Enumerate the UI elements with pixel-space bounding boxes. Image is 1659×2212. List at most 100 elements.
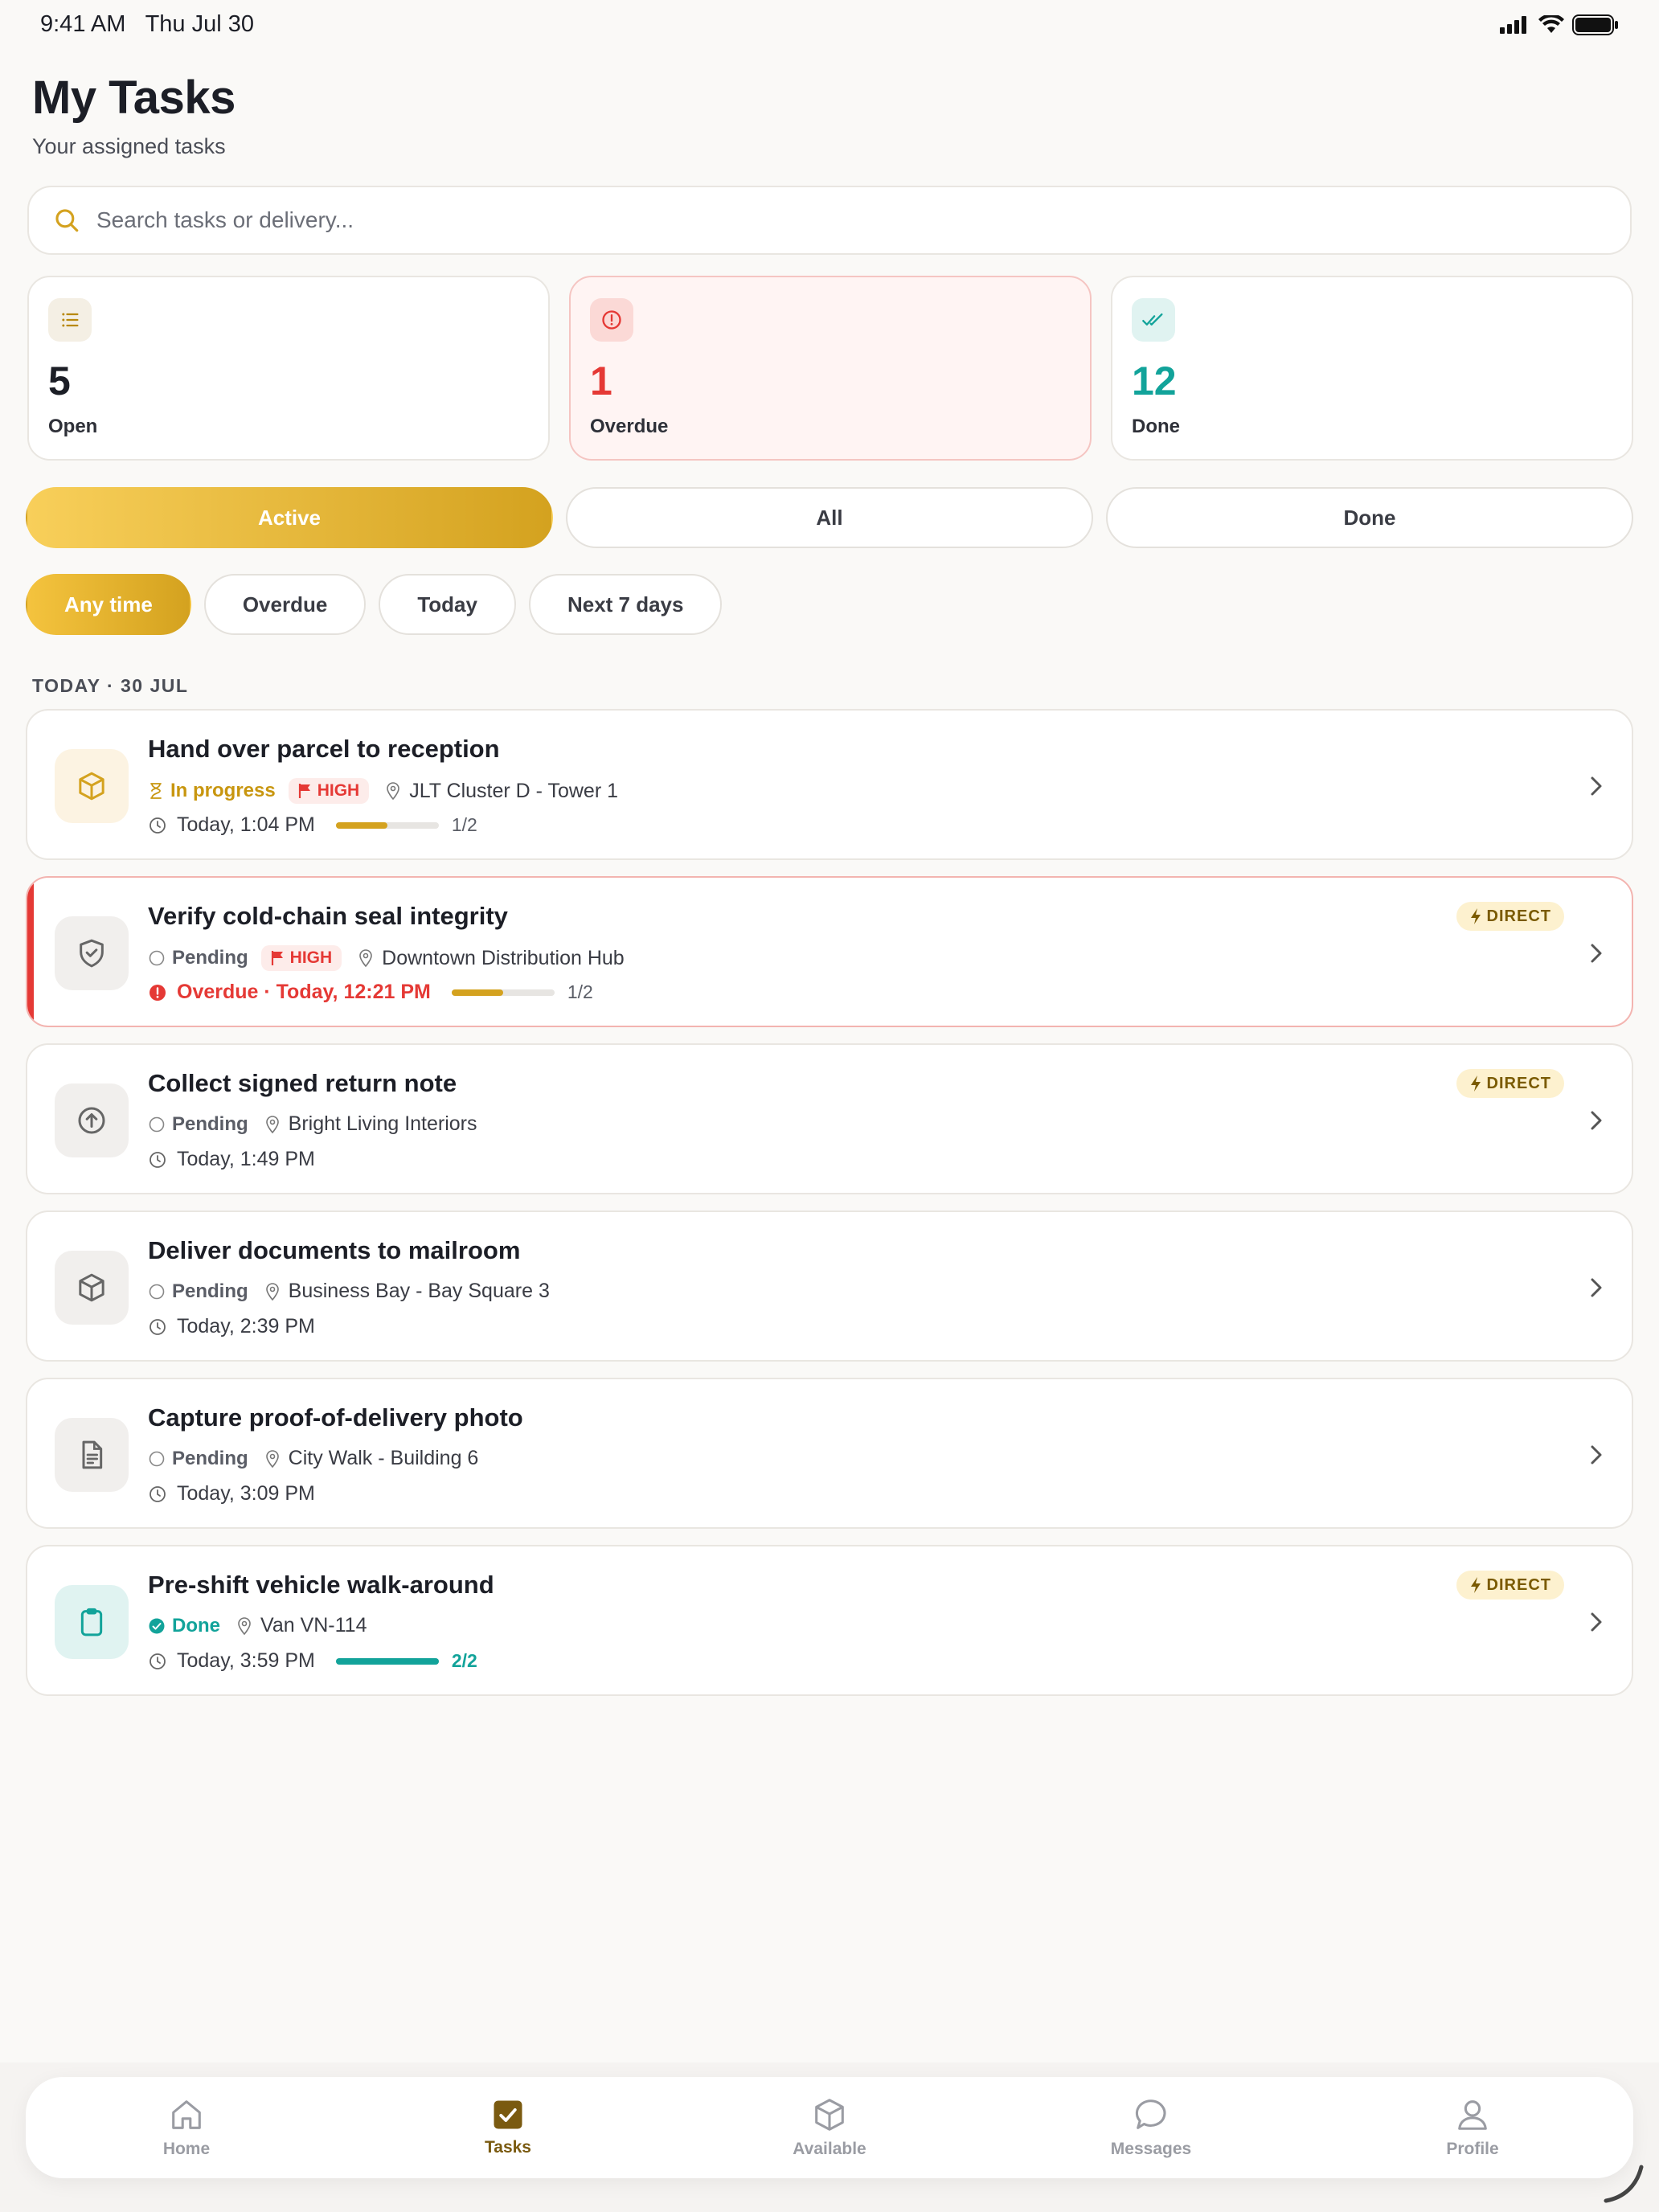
shield-check-icon — [55, 916, 129, 990]
stat-label: Open — [48, 416, 98, 437]
circle-icon — [149, 1451, 165, 1466]
search-input[interactable] — [96, 207, 1543, 233]
task-title: Pre-shift vehicle walk-around — [148, 1571, 494, 1599]
task-card[interactable]: Capture proof-of-delivery photo Pending … — [26, 1378, 1633, 1529]
stat-value: 12 — [1132, 358, 1177, 403]
task-card[interactable]: Pre-shift vehicle walk-around DIRECT Don… — [26, 1545, 1633, 1696]
stat-label: Overdue — [590, 416, 669, 437]
tab-label: Profile — [1446, 2140, 1499, 2158]
tab-label: Available — [793, 2140, 866, 2158]
segment-all[interactable]: All — [566, 487, 1093, 548]
chevron-right-icon — [1591, 1445, 1602, 1464]
task-time-label: Today, 2:39 PM — [177, 1315, 315, 1337]
check-circle-icon — [149, 1618, 165, 1633]
tab-available[interactable]: Available — [669, 2077, 990, 2178]
direct-badge: DIRECT — [1456, 1069, 1564, 1098]
task-location-label: Downtown Distribution Hub — [382, 946, 625, 969]
status-icons — [1500, 14, 1619, 35]
task-card[interactable]: Collect signed return note DIRECT Pendin… — [26, 1043, 1633, 1194]
alert-filled-icon — [150, 984, 166, 1001]
map-pin-icon — [238, 1616, 251, 1635]
priority-badge: HIGH — [260, 945, 342, 971]
tab-profile[interactable]: Profile — [1312, 2077, 1633, 2178]
chip-overdue[interactable]: Overdue — [203, 574, 367, 635]
section-label: TODAY · 30 JUL — [32, 675, 189, 696]
task-location: Downtown Distribution Hub — [358, 947, 625, 970]
task-status: Done — [148, 1615, 220, 1637]
map-pin-icon — [387, 782, 400, 801]
task-meta: Pending Business Bay - Bay Square 3 — [148, 1280, 550, 1303]
clock-icon — [150, 1485, 166, 1502]
segment-active[interactable]: Active — [26, 487, 553, 548]
task-meta: In progress HIGH JLT Cluster D - Tower 1 — [148, 778, 618, 804]
task-status-label: Pending — [172, 947, 248, 969]
task-card[interactable]: Hand over parcel to reception In progres… — [26, 709, 1633, 860]
task-time: Today, 1:49 PM — [148, 1148, 315, 1171]
circle-icon — [149, 1116, 165, 1132]
search-bar[interactable] — [27, 186, 1632, 255]
task-location-label: Van VN-114 — [260, 1614, 367, 1636]
chevron-right-icon — [1591, 944, 1602, 963]
direct-badge: DIRECT — [1456, 1571, 1564, 1600]
double-check-icon — [1132, 298, 1175, 342]
direct-label: DIRECT — [1486, 1575, 1551, 1594]
stat-card-open[interactable]: 5 Open — [27, 276, 550, 461]
lightning-icon — [1470, 1075, 1481, 1092]
circle-icon — [149, 1284, 165, 1299]
task-card[interactable]: Verify cold-chain seal integrity DIRECT … — [26, 876, 1633, 1027]
stats-row: 5 Open 1 Overdue 12 Done — [27, 276, 1633, 461]
status-time: 9:41 AM Thu Jul 30 — [40, 11, 254, 38]
map-pin-icon — [265, 1449, 279, 1468]
priority-label: HIGH — [317, 781, 360, 800]
arrow-up-circle-icon — [55, 1083, 129, 1157]
task-status: In progress — [148, 780, 276, 802]
map-pin-icon — [359, 949, 372, 968]
task-time-label: Today, 1:49 PM — [177, 1148, 315, 1170]
chip-any-time[interactable]: Any time — [26, 574, 191, 635]
page-header: My Tasks Your assigned tasks — [32, 71, 236, 159]
status-segmented-control: Active All Done — [26, 487, 1633, 548]
progress-text: 2/2 — [451, 1650, 477, 1671]
stat-value: 1 — [590, 358, 612, 403]
task-status-label: In progress — [170, 780, 276, 801]
direct-label: DIRECT — [1486, 907, 1551, 925]
stat-card-overdue[interactable]: 1 Overdue — [569, 276, 1092, 461]
chip-today[interactable]: Today — [379, 574, 516, 635]
progress-bar — [335, 1657, 439, 1665]
segment-done[interactable]: Done — [1106, 487, 1633, 548]
task-location: JLT Cluster D - Tower 1 — [385, 780, 618, 803]
task-meta: Pending HIGH Downtown Distribution Hub — [148, 945, 625, 971]
task-title: Collect signed return note — [148, 1069, 457, 1097]
task-list: Hand over parcel to reception In progres… — [26, 709, 1633, 1712]
task-location-label: City Walk - Building 6 — [288, 1447, 479, 1469]
tab-home[interactable]: Home — [26, 2077, 347, 2178]
resize-corner-icon — [1604, 2165, 1644, 2203]
task-location-label: JLT Cluster D - Tower 1 — [409, 779, 619, 802]
task-status: Pending — [148, 1280, 248, 1303]
task-card[interactable]: Deliver documents to mailroom Pending Bu… — [26, 1210, 1633, 1362]
box-icon — [815, 2099, 844, 2131]
map-pin-icon — [265, 1115, 279, 1133]
lightning-icon — [1470, 908, 1481, 924]
search-icon — [55, 209, 79, 232]
circle-icon — [149, 950, 165, 966]
progress-bar — [335, 821, 439, 829]
chip-next-7-days[interactable]: Next 7 days — [528, 574, 723, 635]
task-location: City Walk - Building 6 — [264, 1447, 479, 1470]
tab-tasks[interactable]: Tasks — [347, 2077, 669, 2178]
tab-bar: Home Tasks Available Messages Profile — [26, 2077, 1633, 2178]
clock-icon — [150, 1151, 166, 1168]
priority-label: HIGH — [289, 948, 333, 967]
progress-fill — [335, 1657, 439, 1665]
tab-messages[interactable]: Messages — [990, 2077, 1312, 2178]
task-meta: Pending City Walk - Building 6 — [148, 1447, 478, 1470]
stat-card-done[interactable]: 12 Done — [1111, 276, 1633, 461]
clipboard-icon — [55, 1585, 129, 1659]
task-time-label: Today, 3:09 PM — [177, 1482, 315, 1505]
document-icon — [55, 1418, 129, 1492]
alert-circle-icon — [590, 298, 633, 342]
task-location-label: Business Bay - Bay Square 3 — [288, 1280, 550, 1302]
task-status-label: Pending — [172, 1112, 248, 1135]
progress-fill — [451, 989, 503, 996]
status-clock: 9:41 AM — [40, 11, 126, 37]
